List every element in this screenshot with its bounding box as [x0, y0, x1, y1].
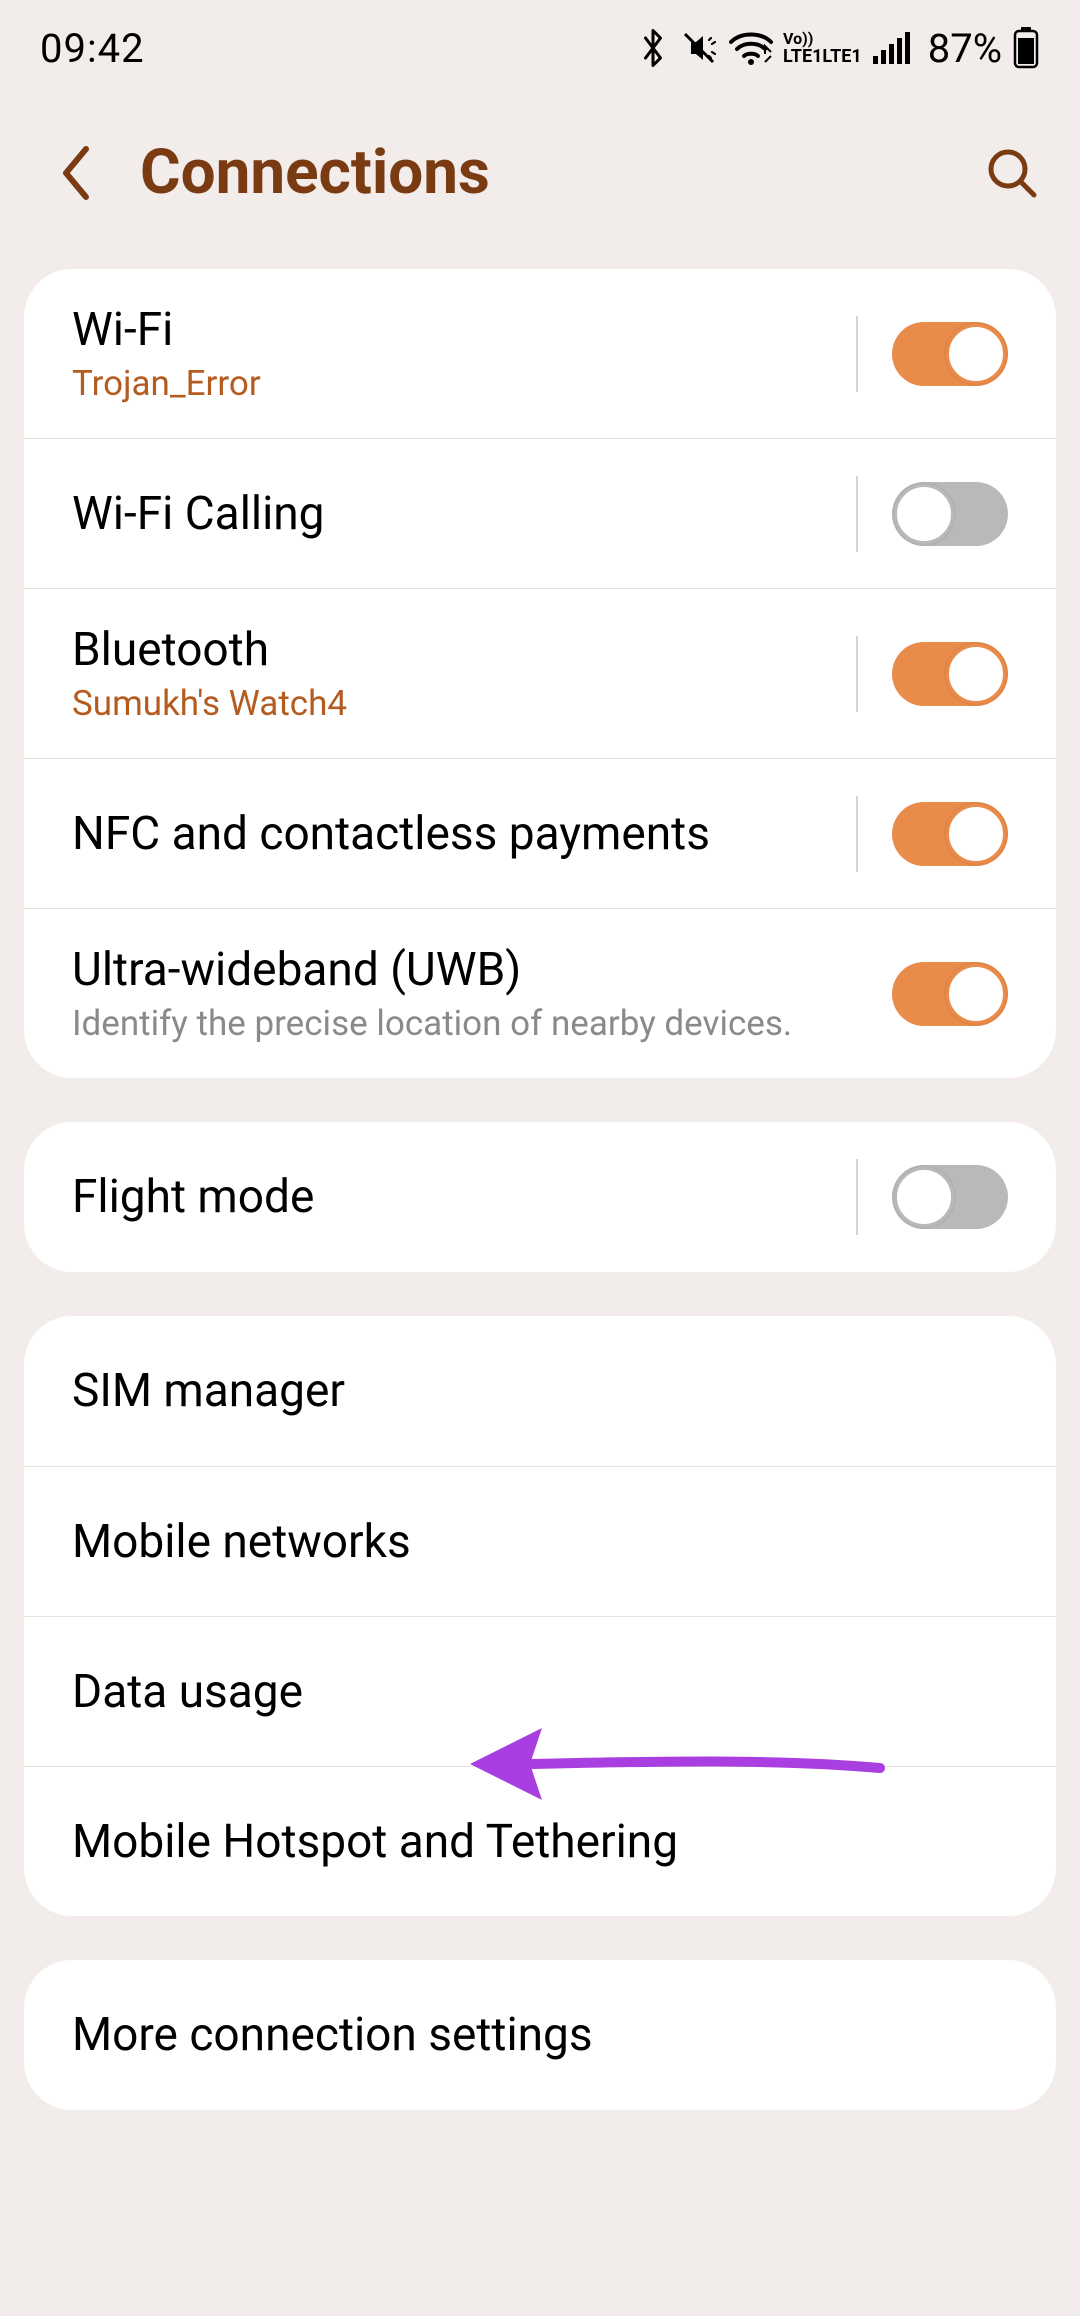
toggle-wifi[interactable] [892, 322, 1008, 386]
status-time: 09:42 [40, 25, 145, 72]
divider-vertical [856, 476, 858, 552]
settings-group-2: Flight mode [24, 1122, 1056, 1272]
row-mobile-hotspot[interactable]: Mobile Hotspot and Tethering [24, 1766, 1056, 1916]
cellular-signal-icon [872, 30, 912, 66]
toggle-bluetooth[interactable] [892, 642, 1008, 706]
row-more-conn-label: More connection settings [72, 2008, 1008, 2062]
wifi-icon [729, 30, 773, 66]
row-bluetooth-label: Bluetooth [72, 623, 856, 677]
battery-percent: 87% [928, 25, 1002, 72]
row-uwb-label: Ultra-wideband (UWB) [72, 943, 892, 997]
row-bluetooth[interactable]: Bluetooth Sumukh's Watch4 [24, 588, 1056, 758]
row-uwb-desc: Identify the precise location of nearby … [72, 1003, 892, 1044]
row-wifi-label: Wi-Fi [72, 303, 856, 357]
search-button[interactable] [984, 145, 1040, 201]
row-nfc[interactable]: NFC and contactless payments [24, 758, 1056, 908]
back-button[interactable] [58, 143, 94, 203]
divider-vertical [856, 636, 858, 712]
row-wifi-calling-label: Wi-Fi Calling [72, 487, 856, 541]
status-bar: 09:42 Vo)) [0, 0, 1080, 96]
row-wifi-network: Trojan_Error [72, 363, 856, 404]
settings-group-1: Wi-Fi Trojan_Error Wi-Fi Calling Bluetoo… [24, 269, 1056, 1078]
row-uwb[interactable]: Ultra-wideband (UWB) Identify the precis… [24, 908, 1056, 1078]
row-flight-mode-label: Flight mode [72, 1170, 856, 1224]
row-mobile-hotspot-label: Mobile Hotspot and Tethering [72, 1815, 1008, 1869]
row-nfc-label: NFC and contactless payments [72, 807, 856, 861]
divider-vertical [856, 1159, 858, 1235]
toggle-wifi-calling[interactable] [892, 482, 1008, 546]
row-wifi[interactable]: Wi-Fi Trojan_Error [24, 269, 1056, 438]
divider-vertical [856, 316, 858, 392]
settings-group-3: SIM manager Mobile networks Data usage M… [24, 1316, 1056, 1916]
row-more-connection-settings[interactable]: More connection settings [24, 1960, 1056, 2110]
settings-group-4: More connection settings [24, 1960, 1056, 2110]
row-sim-manager[interactable]: SIM manager [24, 1316, 1056, 1466]
battery-icon [1012, 27, 1040, 69]
row-mobile-networks-label: Mobile networks [72, 1515, 1008, 1569]
page-title: Connections [140, 136, 490, 209]
mute-vibrate-icon [679, 28, 719, 68]
toggle-flight-mode[interactable] [892, 1165, 1008, 1229]
divider-vertical [856, 796, 858, 872]
row-bluetooth-device: Sumukh's Watch4 [72, 683, 856, 724]
row-mobile-networks[interactable]: Mobile networks [24, 1466, 1056, 1616]
row-data-usage-label: Data usage [72, 1665, 1008, 1719]
toggle-nfc[interactable] [892, 802, 1008, 866]
row-data-usage[interactable]: Data usage [24, 1616, 1056, 1766]
status-icons: Vo)) LTE1LTE1 87% [637, 25, 1040, 72]
row-flight-mode[interactable]: Flight mode [24, 1122, 1056, 1272]
page-header: Connections [0, 96, 1080, 269]
toggle-uwb[interactable] [892, 962, 1008, 1026]
volte-bottom: LTE1LTE1 [783, 48, 862, 66]
volte-indicator: Vo)) LTE1LTE1 [783, 30, 862, 66]
row-wifi-calling[interactable]: Wi-Fi Calling [24, 438, 1056, 588]
bluetooth-icon [637, 28, 669, 68]
row-sim-manager-label: SIM manager [72, 1364, 1008, 1418]
